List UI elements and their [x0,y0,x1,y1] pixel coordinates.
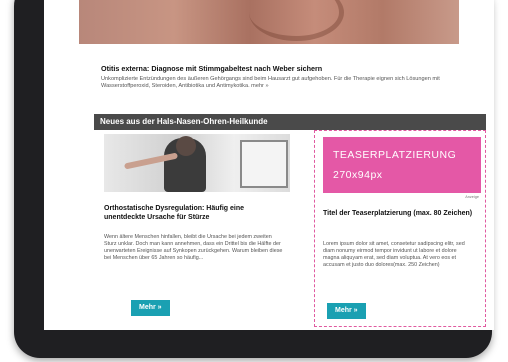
section-header: Neues aus der Hals-Nasen-Ohren-Heilkunde [94,114,486,130]
article-card-left: Orthostatische Dysregulation: Häufig ein… [104,134,290,316]
article-body: Unkomplizierte Entzündungen des äußeren … [101,76,440,89]
photo-person-head [176,136,196,156]
ear-shape [249,0,344,41]
teaser-placement-card: TEASERPLATZIERUNG 270x94px Anzeige Titel… [314,130,486,327]
tablet-frame: Otitis externa: Diagnose mit Stimmgabelt… [14,0,494,358]
ad-marker: Anzeige [465,195,479,199]
tablet-screen: Otitis externa: Diagnose mit Stimmgabelt… [44,0,494,330]
teaser-ad-label: TEASERPLATZIERUNG [333,149,457,161]
teaser-body: Lorem ipsum dolor sit amet, consetetur s… [323,241,465,268]
article-title[interactable]: Otitis externa: Diagnose mit Stimmgabelt… [101,64,471,73]
left-card-title[interactable]: Orthostatische Dysregulation: Häufig ein… [104,204,274,222]
hero-ear-image [79,0,459,44]
teaser-ad-banner[interactable]: TEASERPLATZIERUNG 270x94px [323,137,481,193]
more-button-left[interactable]: Mehr » [131,300,170,316]
left-card-body: Wenn ältere Menschen hinfallen, bleibt d… [104,234,283,261]
article-image[interactable] [104,134,290,192]
more-button-right[interactable]: Mehr » [327,303,366,319]
teaser-title[interactable]: Titel der Teaserplatzierung (max. 80 Zei… [323,209,473,218]
teaser-ad-size: 270x94px [333,169,383,181]
photo-window [240,140,288,188]
